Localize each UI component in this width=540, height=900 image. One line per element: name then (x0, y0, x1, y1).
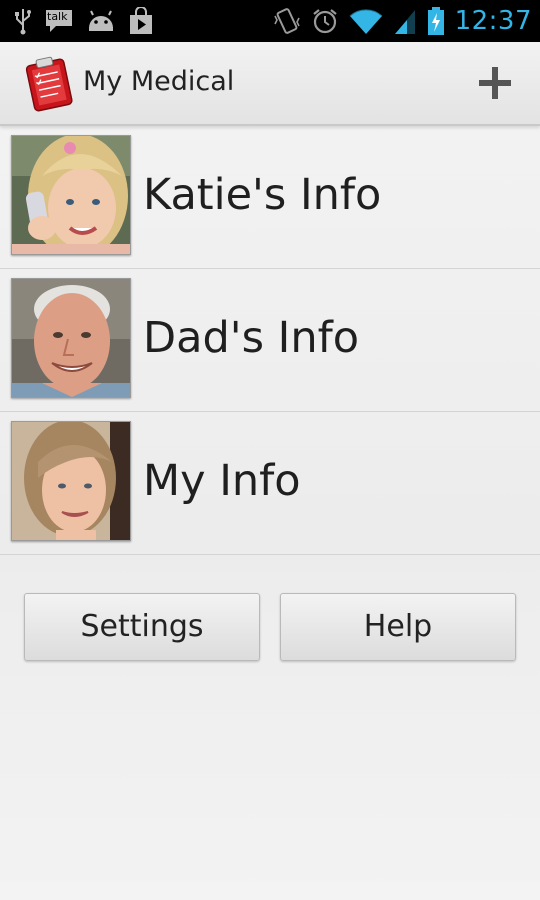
android-icon (89, 10, 113, 31)
signal-icon (394, 10, 415, 34)
profile-row-katie[interactable]: Katie's Info (0, 126, 540, 269)
help-button[interactable]: Help (280, 593, 516, 661)
clipboard-icon (25, 56, 73, 112)
play-store-icon (130, 7, 152, 34)
clock: 12:37 (454, 6, 532, 36)
status-bar: talk 12:37 (0, 0, 540, 42)
action-bar: My Medical (0, 42, 540, 126)
profile-label: Dad's Info (143, 313, 360, 363)
talk-icon: talk (44, 8, 74, 34)
profile-row-me[interactable]: My Info (0, 412, 540, 555)
battery-charging-icon (427, 7, 444, 35)
wifi-icon (349, 9, 382, 34)
vibrate-icon (273, 8, 300, 34)
app-title: My Medical (83, 66, 235, 97)
child-photo (11, 135, 131, 255)
alarm-icon (312, 9, 337, 34)
add-icon[interactable] (476, 64, 514, 102)
usb-icon (15, 9, 31, 35)
profile-label: My Info (143, 456, 301, 506)
older-man-photo (11, 278, 131, 398)
profile-list: Katie's Info Dad's Info My Info (0, 126, 540, 555)
settings-button[interactable]: Settings (24, 593, 260, 661)
profile-row-dad[interactable]: Dad's Info (0, 269, 540, 412)
talk-label: talk (47, 10, 68, 23)
system-icons: 12:37 (273, 4, 532, 38)
woman-photo (11, 421, 131, 541)
profile-label: Katie's Info (143, 170, 382, 220)
notification-icons: talk (14, 6, 154, 36)
